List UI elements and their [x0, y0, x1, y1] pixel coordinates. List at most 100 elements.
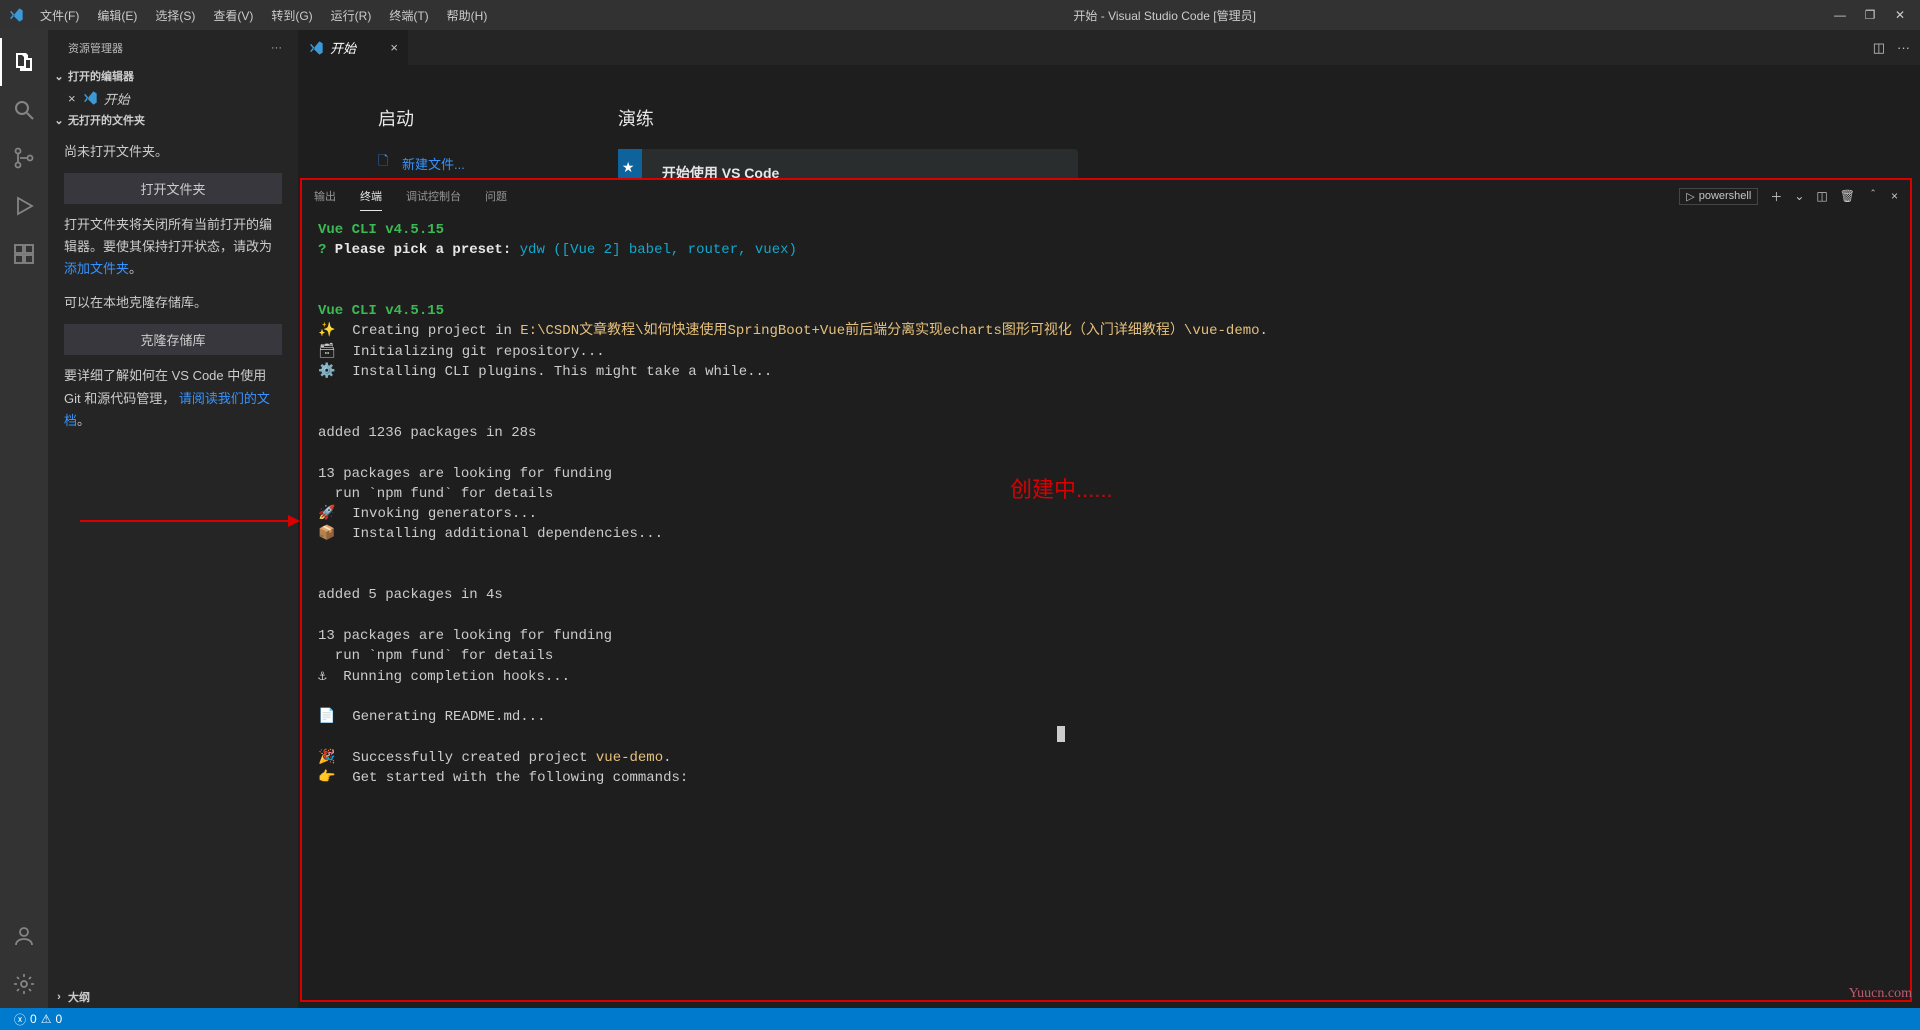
- close-panel-icon[interactable]: ×: [1891, 189, 1898, 203]
- activity-search-icon[interactable]: [0, 86, 48, 134]
- open-editor-label: 开始: [104, 89, 130, 108]
- t-line: ⚙️ Installing CLI plugins. This might ta…: [318, 364, 772, 380]
- t-line: 👉 Get started with the following command…: [318, 770, 688, 786]
- menu-file[interactable]: 文件(F): [32, 3, 87, 28]
- terminal-cursor: [1057, 725, 1065, 742]
- start-heading: 启动: [378, 105, 478, 131]
- tab-welcome[interactable]: 开始 ×: [298, 30, 408, 65]
- add-folder-link[interactable]: 添加文件夹: [64, 261, 129, 276]
- walkthrough-heading: 演练: [618, 105, 1078, 131]
- open-folder-warning: 打开文件夹将关闭所有当前打开的编辑器。要使其保持打开状态，请改为 添加文件夹。: [64, 214, 282, 280]
- new-terminal-icon[interactable]: ＋: [1770, 188, 1782, 205]
- panel-tabs: 输出 终端 调试控制台 问题 ▷ powershell ＋ ⌄ ◫ 🗑 ＾ ×: [302, 180, 1910, 212]
- menu-terminal[interactable]: 终端(T): [381, 3, 436, 28]
- star-icon: ★: [622, 159, 635, 176]
- maximize-icon[interactable]: ❐: [1864, 9, 1876, 21]
- vscode-file-icon: [82, 90, 98, 106]
- learn-message: 要详细了解如何在 VS Code 中使用 Git 和源代码管理， 请阅读我们的文…: [64, 365, 282, 431]
- t-line: run `npm fund` for details: [318, 486, 553, 502]
- t-line: ydw: [511, 242, 545, 258]
- activity-run-debug-icon[interactable]: [0, 182, 48, 230]
- section-outline[interactable]: › 大纲: [48, 986, 298, 1008]
- t-line: ✨: [318, 323, 335, 339]
- menu-edit[interactable]: 编辑(E): [89, 3, 145, 28]
- menu-bar: 文件(F) 编辑(E) 选择(S) 查看(V) 转到(G) 运行(R) 终端(T…: [32, 3, 495, 28]
- vscode-logo-icon: [8, 7, 24, 23]
- t-line: 13 packages are looking for funding: [318, 466, 612, 482]
- activity-settings-icon[interactable]: [0, 960, 48, 1008]
- open-folder-button[interactable]: 打开文件夹: [64, 173, 282, 204]
- t-line: 🚀 Invoking generators...: [318, 506, 537, 522]
- section-label: 打开的编辑器: [68, 68, 134, 84]
- t-line: .: [1260, 323, 1268, 339]
- panel-tab-debug-console[interactable]: 调试控制台: [406, 182, 461, 210]
- menu-selection[interactable]: 选择(S): [147, 3, 203, 28]
- panel-tab-output[interactable]: 输出: [314, 182, 336, 210]
- t-line: ⚓ Running completion hooks...: [318, 669, 570, 685]
- new-file-link[interactable]: 🗋新建文件...: [378, 149, 478, 177]
- tab-bar: 开始 × ◫ ···: [298, 30, 1920, 65]
- chevron-down-icon: ⌄: [52, 70, 66, 83]
- t-line: Vue CLI v4.5.15: [318, 303, 444, 319]
- t-line: added 1236 packages in 28s: [318, 425, 536, 441]
- new-file-icon: 🗋: [378, 152, 394, 174]
- minimize-icon[interactable]: —: [1834, 9, 1846, 21]
- window-title: 开始 - Visual Studio Code [管理员]: [495, 7, 1834, 24]
- t-line: E:\CSDN文章教程\如何快速使用SpringBoot+Vue前后端分离实现e…: [520, 323, 1259, 339]
- annotation-arrow: [80, 520, 298, 522]
- close-icon[interactable]: ✕: [1894, 9, 1906, 21]
- section-no-folder[interactable]: ⌄ 无打开的文件夹: [48, 109, 298, 131]
- sidebar-title: 资源管理器: [68, 40, 123, 56]
- t-line: 📄 Generating README.md...: [318, 709, 545, 725]
- warning-count: 0: [55, 1012, 62, 1026]
- t-line: run `npm fund` for details: [318, 648, 553, 664]
- menu-help[interactable]: 帮助(H): [439, 3, 496, 28]
- terminal-dropdown-icon[interactable]: ⌄: [1794, 189, 1804, 203]
- vscode-tab-icon: [308, 40, 324, 56]
- activity-bar: [0, 30, 48, 1008]
- t-line: 📦 Installing additional dependencies...: [318, 526, 663, 542]
- terminal-output[interactable]: Vue CLI v4.5.15 ? Please pick a preset: …: [302, 212, 1910, 1000]
- t-line: added 5 packages in 4s: [318, 587, 503, 603]
- sidebar-explorer: 资源管理器 ··· ⌄ 打开的编辑器 × 开始 ⌄ 无打开的文件夹 尚未打开文件…: [48, 30, 298, 1008]
- tab-label: 开始: [330, 38, 356, 57]
- panel-terminal: 输出 终端 调试控制台 问题 ▷ powershell ＋ ⌄ ◫ 🗑 ＾ × …: [300, 178, 1912, 1002]
- sidebar-header: 资源管理器 ···: [48, 30, 298, 65]
- activity-source-control-icon[interactable]: [0, 134, 48, 182]
- t-line: .: [663, 750, 671, 766]
- activity-account-icon[interactable]: [0, 912, 48, 960]
- t-line: 13 packages are looking for funding: [318, 628, 612, 644]
- tab-actions: ◫ ···: [1863, 30, 1920, 65]
- activity-extensions-icon[interactable]: [0, 230, 48, 278]
- t-line: Successfully created project: [335, 750, 595, 766]
- more-icon[interactable]: ···: [271, 42, 282, 54]
- status-errors[interactable]: ⓧ0 ⚠0: [8, 1011, 68, 1028]
- open-editor-item[interactable]: × 开始: [48, 87, 298, 109]
- t-line: Please pick a preset:: [326, 242, 511, 258]
- section-open-editors[interactable]: ⌄ 打开的编辑器: [48, 65, 298, 87]
- menu-go[interactable]: 转到(G): [263, 3, 320, 28]
- t-line: ([Vue 2] babel, router, vuex): [545, 242, 797, 258]
- kill-terminal-icon[interactable]: 🗑: [1840, 189, 1855, 203]
- terminal-selector[interactable]: ▷ powershell: [1679, 188, 1758, 205]
- more-actions-icon[interactable]: ···: [1897, 40, 1910, 55]
- split-terminal-icon[interactable]: ◫: [1816, 189, 1827, 203]
- panel-tab-terminal[interactable]: 终端: [360, 182, 382, 211]
- status-bar: ⓧ0 ⚠0: [0, 1008, 1920, 1030]
- close-editor-icon[interactable]: ×: [68, 91, 76, 106]
- activity-explorer-icon[interactable]: [0, 38, 48, 86]
- clone-repo-button[interactable]: 克隆存储库: [64, 324, 282, 355]
- menu-view[interactable]: 查看(V): [205, 3, 261, 28]
- panel-tab-problems[interactable]: 问题: [485, 182, 507, 210]
- maximize-panel-icon[interactable]: ＾: [1867, 188, 1879, 205]
- annotation-creating: 创建中......: [1010, 474, 1113, 506]
- watermark: Yuucn.com: [1849, 986, 1912, 1002]
- menu-run[interactable]: 运行(R): [323, 3, 380, 28]
- outline-label: 大纲: [68, 989, 90, 1005]
- section-label: 无打开的文件夹: [68, 112, 145, 128]
- terminal-selector-label: powershell: [1699, 190, 1752, 202]
- t-line: Creating project in: [335, 323, 520, 339]
- window-controls: — ❐ ✕: [1834, 9, 1912, 21]
- split-editor-icon[interactable]: ◫: [1873, 40, 1885, 56]
- close-tab-icon[interactable]: ×: [390, 40, 398, 55]
